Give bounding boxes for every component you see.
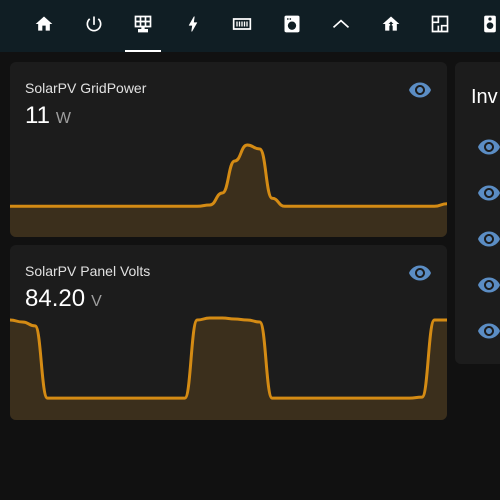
tab-radiator[interactable]: [218, 0, 266, 52]
tab-solar-panel[interactable]: [119, 0, 167, 52]
tab-washing-machine[interactable]: [268, 0, 316, 52]
card-value: 11 W: [25, 102, 71, 130]
active-tab-indicator: [125, 50, 161, 52]
eye-icon[interactable]: [477, 319, 500, 343]
radiator-icon: [232, 14, 252, 39]
power-icon: [84, 14, 104, 39]
value-unit: V: [91, 293, 102, 310]
card-value: 84.20 V: [25, 285, 102, 313]
gridpower-card[interactable]: SolarPV GridPower 11 W: [10, 62, 447, 237]
card-title: Inv: [471, 86, 498, 108]
home-upload-icon: [381, 14, 401, 39]
tab-roof[interactable]: [317, 0, 365, 52]
eye-icon[interactable]: [477, 227, 500, 251]
tab-power[interactable]: [70, 0, 118, 52]
roof-icon: [331, 14, 351, 39]
lightning-bolt-icon: [183, 14, 203, 39]
value-number: 84.20: [25, 285, 86, 312]
eye-icon[interactable]: [477, 273, 500, 297]
tab-home-upload[interactable]: [367, 0, 415, 52]
graph-area: [10, 318, 447, 420]
value-number: 11: [25, 102, 50, 129]
home-icon: [34, 14, 54, 39]
value-unit: W: [55, 110, 72, 127]
floor-plan-icon: [430, 14, 450, 39]
gridpower-graph: [10, 143, 447, 237]
panel-volts-card[interactable]: SolarPV Panel Volts 84.20 V: [10, 245, 447, 420]
eye-icon[interactable]: [408, 261, 432, 285]
speaker-icon: [480, 14, 500, 39]
washing-machine-icon: [282, 14, 302, 39]
tab-floor-plan[interactable]: [416, 0, 464, 52]
tab-lightning-bolt[interactable]: [169, 0, 217, 52]
inverter-card: Inv: [455, 62, 500, 364]
tab-home[interactable]: [20, 0, 68, 52]
card-title: SolarPV GridPower: [25, 80, 147, 96]
top-navigation-bar: [0, 0, 500, 52]
solar-panel-icon: [133, 14, 153, 39]
eye-icon[interactable]: [477, 181, 500, 205]
card-title: SolarPV Panel Volts: [25, 263, 151, 279]
tab-speaker[interactable]: [466, 0, 500, 52]
graph-area: [10, 145, 447, 237]
eye-icon[interactable]: [408, 78, 432, 102]
panel-volts-graph: [10, 316, 447, 420]
eye-icon[interactable]: [477, 135, 500, 159]
